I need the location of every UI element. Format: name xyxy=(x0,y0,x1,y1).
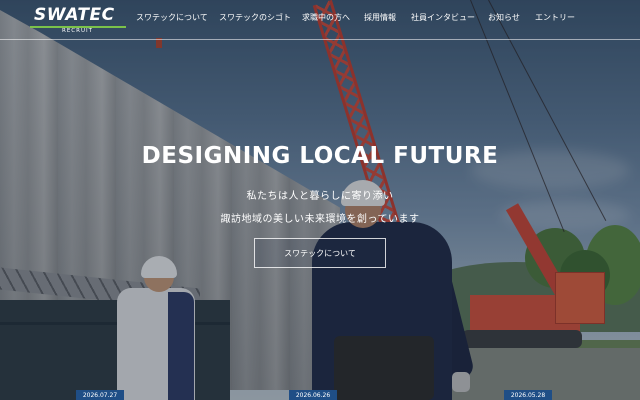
about-button-label: スワテックについて xyxy=(284,248,356,258)
nav-item-job-seekers[interactable]: 求職中の方へ xyxy=(302,12,350,23)
nav-item-about[interactable]: スワテックについて xyxy=(136,12,208,23)
news-date: 2026.05.28 xyxy=(510,392,546,399)
news-date-badge[interactable]: 2026.07.27 xyxy=(76,390,124,400)
nav-item-work[interactable]: スワテックのシゴト xyxy=(219,12,291,23)
news-date: 2026.06.26 xyxy=(295,392,331,399)
site-logo[interactable]: SWATEC RECRUIT xyxy=(30,5,126,35)
nav-item-recruitment[interactable]: 採用情報 xyxy=(364,12,396,23)
about-button[interactable]: スワテックについて xyxy=(254,238,386,268)
news-date-badge[interactable]: 2026.06.26 xyxy=(289,390,337,400)
hero-title: DESIGNING LOCAL FUTURE xyxy=(141,143,499,169)
nav-item-entry[interactable]: エントリー xyxy=(535,12,575,23)
site-header: SWATEC RECRUIT スワテックについて スワテックのシゴト 求職中の方… xyxy=(0,0,640,40)
header-divider xyxy=(0,39,640,40)
news-date-badge[interactable]: 2026.05.28 xyxy=(504,390,552,400)
nav-item-interviews[interactable]: 社員インタビュー xyxy=(411,12,475,23)
hero-tagline-1: 私たちは人と暮らしに寄り添い xyxy=(246,191,394,202)
nav-item-news[interactable]: お知らせ xyxy=(488,12,520,23)
logo-subtitle: RECRUIT xyxy=(62,28,93,34)
logo-wordmark: SWATEC xyxy=(34,5,115,25)
hero-tagline-2: 諏訪地域の美しい未来環境を創っています xyxy=(220,214,420,225)
news-date: 2026.07.27 xyxy=(82,392,118,399)
